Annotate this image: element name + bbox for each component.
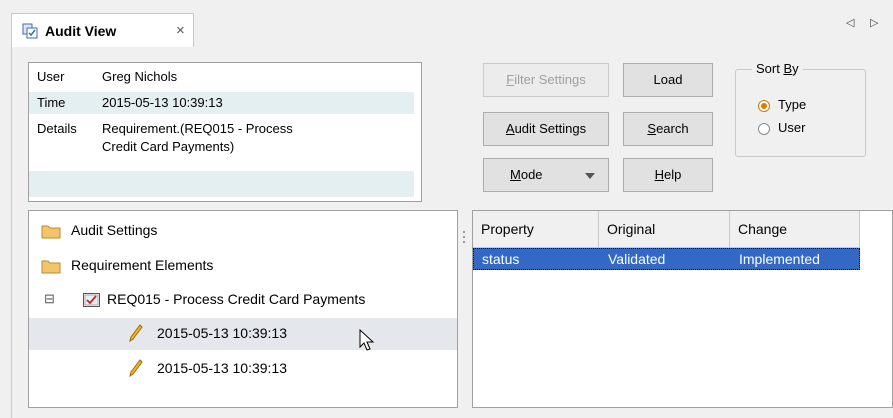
detail-label: Time xyxy=(37,95,66,110)
cell-property: status xyxy=(482,251,520,267)
table-row[interactable]: status Validated Implemented xyxy=(473,248,860,270)
mode-dropdown-button[interactable]: Mode xyxy=(483,158,609,192)
help-button[interactable]: Help xyxy=(623,158,713,192)
sort-user-radio[interactable] xyxy=(758,123,770,135)
tree-item-label: 2015-05-13 10:39:13 xyxy=(157,325,287,341)
column-header-property[interactable]: Property xyxy=(473,211,599,247)
cell-change: Implemented xyxy=(739,251,820,267)
scroll-right-icon[interactable]: ▷ xyxy=(870,16,878,29)
collapse-icon[interactable]: ⊟ xyxy=(44,291,55,307)
panel-splitter[interactable] xyxy=(462,228,466,248)
chevron-down-icon xyxy=(585,173,595,179)
audit-settings-button[interactable]: Audit Settings xyxy=(483,112,609,146)
tree-item-label: 2015-05-13 10:39:13 xyxy=(157,360,287,376)
sort-by-label: Sort By xyxy=(752,61,803,76)
audit-view-window: Audit View × ◁ ▷ User Greg Nichols Time … xyxy=(0,0,893,418)
requirement-icon xyxy=(83,293,100,307)
detail-row-time: Time 2015-05-13 10:39:13 xyxy=(29,92,414,114)
pencil-icon xyxy=(129,359,143,377)
sort-by-group: Sort By Type User xyxy=(735,61,866,157)
tree-item-label: Requirement Elements xyxy=(71,257,214,273)
detail-row-blank xyxy=(29,171,414,197)
column-header-change[interactable]: Change xyxy=(730,211,860,247)
tree-item-label: REQ015 - Process Credit Card Payments xyxy=(107,291,366,307)
changes-table[interactable]: Property Original Change status Validate… xyxy=(472,210,893,408)
scroll-left-icon[interactable]: ◁ xyxy=(846,16,854,29)
column-header-original[interactable]: Original xyxy=(599,211,730,247)
load-button[interactable]: Load xyxy=(623,63,713,97)
pencil-icon xyxy=(129,324,143,342)
search-button[interactable]: Search xyxy=(623,112,713,146)
cell-original: Validated xyxy=(608,251,666,267)
sort-user-label: User xyxy=(778,120,806,135)
audit-tree[interactable]: Audit Settings Requirement Elements ⊟ RE… xyxy=(28,210,458,408)
folder-icon xyxy=(41,225,61,239)
detail-value-line2: Credit Card Payments) xyxy=(102,139,235,154)
audit-view-icon xyxy=(22,23,38,39)
detail-value: 2015-05-13 10:39:13 xyxy=(102,95,223,110)
detail-value-line1: Requirement.(REQ015 - Process xyxy=(102,121,293,136)
detail-label: User xyxy=(37,69,65,84)
close-icon[interactable]: × xyxy=(176,22,185,39)
mouse-cursor-icon xyxy=(359,329,375,351)
detail-row-details: Details Requirement.(REQ015 - Process Cr… xyxy=(29,121,414,161)
table-header: Property Original Change xyxy=(473,211,860,248)
detail-value: Greg Nichols xyxy=(102,69,178,84)
detail-label: Details xyxy=(37,121,77,136)
detail-row-user: User Greg Nichols xyxy=(29,69,414,89)
folder-icon xyxy=(41,260,61,274)
tab-audit-view[interactable]: Audit View × xyxy=(11,13,194,48)
tab-title: Audit View xyxy=(45,23,117,39)
tree-item-label: Audit Settings xyxy=(71,222,158,238)
audit-details-panel: User Greg Nichols Time 2015-05-13 10:39:… xyxy=(28,62,422,202)
tab-bar: Audit View × ◁ ▷ xyxy=(0,0,893,48)
sort-type-radio[interactable] xyxy=(758,100,770,112)
sort-type-label: Type xyxy=(778,97,807,112)
filter-settings-button[interactable]: Filter Settings xyxy=(483,63,609,97)
